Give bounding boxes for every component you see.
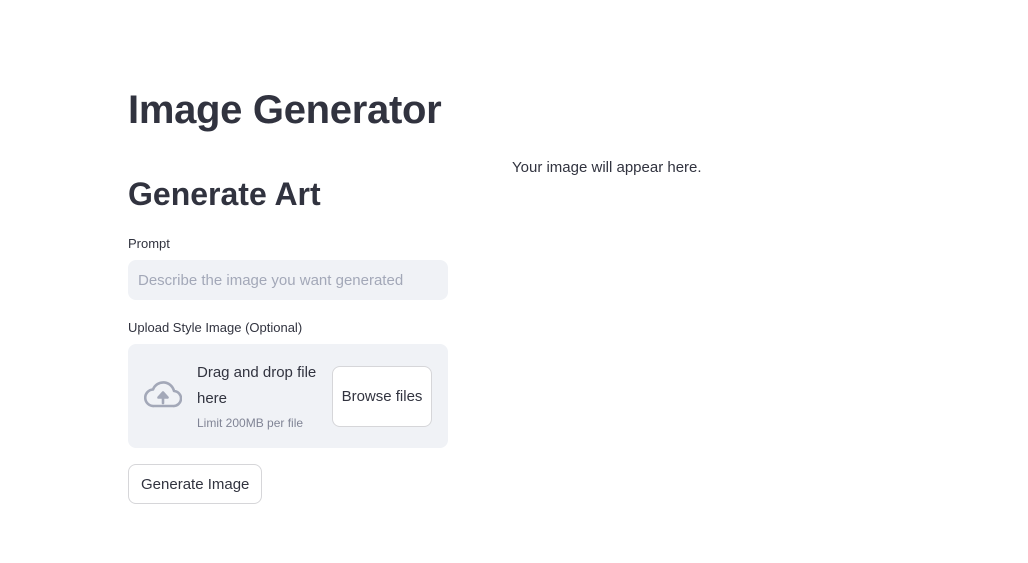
dropzone-text: Drag and drop file here [197,364,317,407]
prompt-label: Prompt [128,236,170,251]
generate-form: Generate Art Prompt Upload Style Image (… [128,174,448,504]
page-title: Image Generator [128,88,442,132]
generate-image-button[interactable]: Generate Image [128,464,263,504]
browse-files-button[interactable]: Browse files [332,366,432,427]
cloud-upload-icon [144,381,182,408]
file-dropzone[interactable]: Drag and drop file here Limit 200MB per … [128,344,448,448]
upload-limit-text: Limit 200MB per file [197,416,304,430]
app-page: Image Generator Generate Art Prompt Uplo… [0,0,1028,563]
upload-label: Upload Style Image (Optional) [128,320,303,335]
prompt-input[interactable] [128,260,448,300]
section-title: Generate Art [128,176,321,212]
output-placeholder: Your image will appear here. [512,159,702,176]
dropzone-instructions: Drag and drop file here Limit 200MB per … [197,360,327,430]
